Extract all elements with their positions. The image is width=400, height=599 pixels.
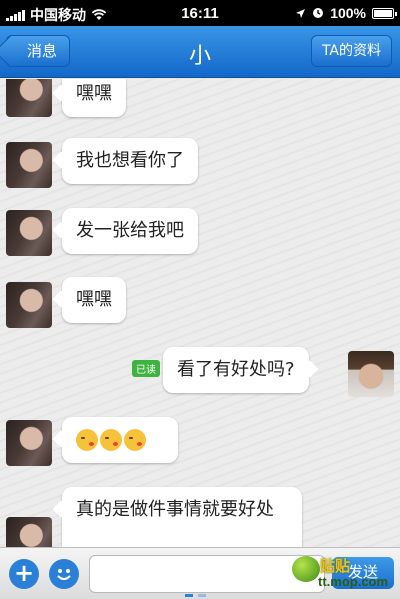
kissing-face-icon bbox=[76, 429, 98, 451]
add-attachment-button[interactable]: + bbox=[9, 559, 39, 589]
message-bubble-emoji[interactable] bbox=[62, 417, 178, 463]
message-bubble[interactable]: 真的是做件事情就要好处 bbox=[62, 487, 302, 547]
message-bubble[interactable]: 嘿嘿 bbox=[62, 277, 126, 323]
kissing-face-icon bbox=[100, 429, 122, 451]
frog-logo-icon bbox=[292, 556, 320, 582]
watermark-url: tt.mop.com bbox=[318, 574, 389, 589]
location-arrow-icon bbox=[296, 8, 306, 18]
message-bubble[interactable]: 嘿嘿 bbox=[62, 79, 126, 117]
contact-avatar[interactable] bbox=[6, 79, 52, 117]
message-input[interactable] bbox=[89, 555, 325, 593]
back-button-label: 消息 bbox=[27, 42, 58, 60]
message-bubble[interactable]: 发一张给我吧 bbox=[62, 208, 198, 254]
battery-icon bbox=[372, 7, 397, 19]
contact-avatar[interactable] bbox=[6, 420, 52, 466]
smiley-icon bbox=[57, 569, 71, 581]
page-dot bbox=[198, 594, 206, 597]
page-indicator bbox=[185, 594, 206, 597]
site-watermark: 贴贴 tt.mop.com bbox=[292, 552, 396, 596]
kissing-face-icon bbox=[124, 429, 146, 451]
plus-icon: + bbox=[13, 559, 35, 587]
message-bubble[interactable]: 我也想看你了 bbox=[62, 138, 198, 184]
watermark-brand: 贴贴 bbox=[320, 558, 351, 575]
status-bar: 中国移动 16:11 100% bbox=[0, 0, 400, 26]
contact-avatar[interactable] bbox=[6, 282, 52, 328]
battery-percent: 100% bbox=[330, 5, 366, 21]
page-dot bbox=[185, 594, 193, 597]
read-badge: 已读 bbox=[132, 360, 160, 377]
chat-messages[interactable]: 嘿嘿 我也想看你了 发一张给我吧 嘿嘿 已读 看了有好处吗? 真的是做件事情就要… bbox=[0, 79, 400, 547]
profile-button[interactable]: TA的资料 bbox=[310, 35, 392, 67]
nav-bar: 消息 小 TA的资料 bbox=[0, 26, 400, 78]
status-right: 100% bbox=[295, 5, 397, 21]
contact-avatar[interactable] bbox=[6, 142, 52, 188]
contact-avatar[interactable] bbox=[6, 210, 52, 256]
message-bubble[interactable]: 看了有好处吗? bbox=[163, 347, 309, 393]
emoji-button[interactable] bbox=[49, 559, 79, 589]
contact-avatar[interactable] bbox=[6, 517, 52, 547]
alarm-clock-icon bbox=[313, 8, 324, 18]
my-avatar[interactable] bbox=[348, 351, 394, 397]
